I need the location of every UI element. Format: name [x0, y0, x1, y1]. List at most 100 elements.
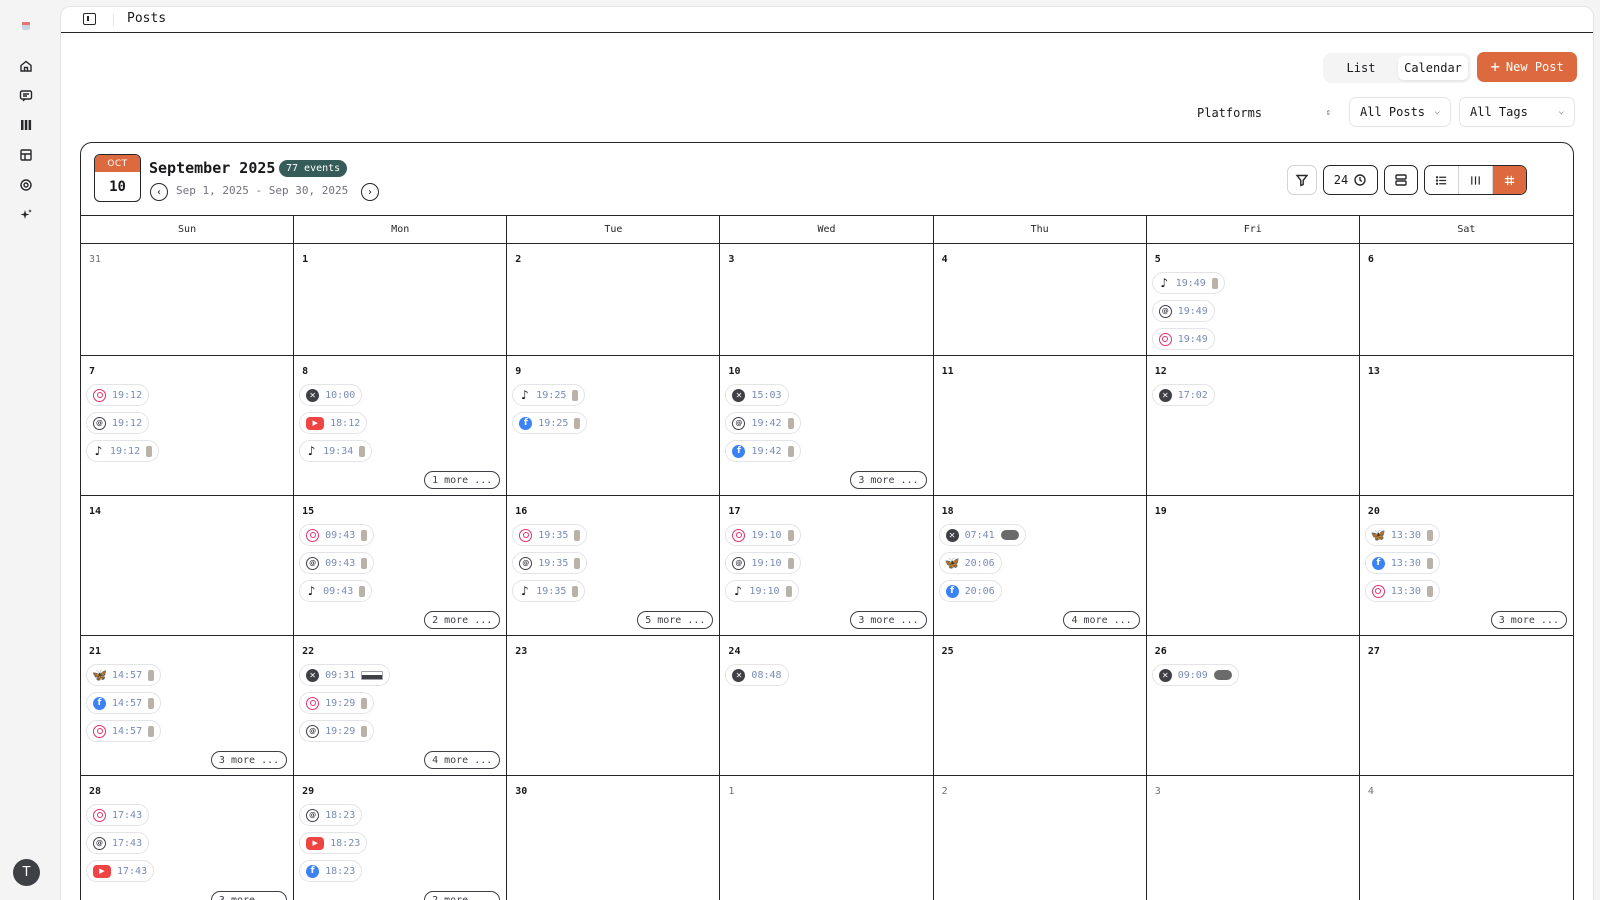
app-logo-icon[interactable]: [17, 17, 35, 35]
more-events-button[interactable]: 3 more ...: [850, 611, 927, 629]
post-chip[interactable]: @19:10: [725, 552, 801, 574]
settings-icon[interactable]: [17, 176, 35, 194]
post-chip[interactable]: ✕ 08:48: [725, 664, 789, 686]
posts-icon[interactable]: [17, 87, 35, 105]
columns-layout-button[interactable]: [1459, 166, 1493, 194]
day-cell[interactable]: 8 ✕ 10:00 ▶ 18:12 ♪ 19:34 1 more ...: [294, 356, 508, 496]
list-layout-button[interactable]: [1425, 166, 1459, 194]
day-cell[interactable]: 23: [507, 636, 721, 776]
day-cell[interactable]: 2: [934, 776, 1147, 900]
more-events-button[interactable]: 3 more ...: [210, 751, 288, 769]
columns-icon[interactable]: [17, 116, 35, 134]
day-cell[interactable]: 7 19:12 @19:12 ♪ 19:12: [81, 356, 295, 496]
post-chip[interactable]: f 19:42: [725, 440, 801, 462]
day-cell[interactable]: 30: [507, 776, 721, 900]
post-chip[interactable]: 09:43: [299, 524, 375, 546]
post-chip[interactable]: @17:43: [86, 832, 150, 854]
day-cell[interactable]: 11: [933, 356, 1147, 496]
calendar-view-button[interactable]: Calendar: [1398, 56, 1468, 80]
day-cell[interactable]: 20 🦋 13:30 f 13:30 13:30 3 more ...: [1359, 496, 1573, 636]
list-view-button[interactable]: List: [1326, 56, 1396, 80]
post-chip[interactable]: 19:35: [512, 524, 588, 546]
day-cell[interactable]: 14: [81, 496, 295, 636]
day-cell[interactable]: 22 ✕ 09:31 19:29 @19:29 4 more ...: [294, 636, 508, 776]
post-chip[interactable]: ▶ 18:12: [299, 412, 368, 434]
post-chip[interactable]: 🦋 13:30: [1364, 524, 1440, 546]
hour-format-button[interactable]: 24: [1323, 165, 1378, 195]
day-cell[interactable]: 3: [1147, 776, 1360, 900]
post-chip[interactable]: ✕ 10:00: [299, 384, 363, 406]
post-chip[interactable]: f 20:06: [938, 580, 1002, 602]
more-events-button[interactable]: 2 more ...: [424, 611, 501, 629]
post-chip[interactable]: ♪ 19:12: [86, 440, 160, 462]
post-chip[interactable]: ♪ 19:49: [1151, 272, 1225, 294]
more-events-button[interactable]: 3 more ...: [210, 891, 288, 900]
density-button[interactable]: [1384, 165, 1418, 195]
post-chip[interactable]: f 13:30: [1364, 552, 1440, 574]
day-cell[interactable]: 31: [81, 244, 295, 356]
post-chip[interactable]: ▶ 17:43: [86, 860, 155, 882]
day-cell[interactable]: 15 09:43 @09:43 ♪ 09:43 2 more ...: [294, 496, 508, 636]
post-chip[interactable]: 19:29: [299, 692, 375, 714]
post-chip[interactable]: @09:43: [299, 552, 375, 574]
more-events-button[interactable]: 4 more ...: [424, 751, 501, 769]
day-cell[interactable]: 13: [1359, 356, 1573, 496]
post-chip[interactable]: ✕ 15:03: [725, 384, 789, 406]
post-chip[interactable]: ✕ 09:31: [299, 664, 391, 686]
post-chip[interactable]: @19:35: [512, 552, 588, 574]
post-chip[interactable]: 17:43: [86, 804, 150, 826]
post-chip[interactable]: 19:49: [1151, 328, 1215, 350]
day-cell[interactable]: 1: [294, 244, 508, 356]
more-events-button[interactable]: 1 more ...: [424, 471, 501, 489]
post-chip[interactable]: ♪ 19:25: [512, 384, 586, 406]
day-cell[interactable]: 10 ✕ 15:03 @19:42 f 19:42 3 more ...: [720, 356, 934, 496]
day-cell[interactable]: 6: [1359, 244, 1573, 356]
day-cell[interactable]: 12 ✕ 17:02: [1146, 356, 1360, 496]
post-chip[interactable]: @18:23: [299, 804, 363, 826]
day-cell[interactable]: 2: [507, 244, 721, 356]
more-events-button[interactable]: 2 more ...: [424, 891, 501, 900]
post-chip[interactable]: 19:10: [725, 524, 801, 546]
day-cell[interactable]: 21 🦋 14:57 f 14:57 14:57 3 more ...: [81, 636, 295, 776]
post-chip[interactable]: @19:42: [725, 412, 801, 434]
day-cell[interactable]: 17 19:10 @19:10 ♪ 19:10 3 more ...: [720, 496, 934, 636]
post-chip[interactable]: ✕ 17:02: [1151, 384, 1215, 406]
day-cell[interactable]: 25: [933, 636, 1147, 776]
post-chip[interactable]: 14:57: [86, 720, 162, 742]
next-month-button[interactable]: ›: [361, 183, 379, 201]
day-cell[interactable]: 16 19:35 @19:35 ♪ 19:35 5 more ...: [507, 496, 721, 636]
day-cell[interactable]: 19: [1146, 496, 1360, 636]
avatar[interactable]: T: [13, 859, 40, 886]
post-chip[interactable]: @19:12: [86, 412, 150, 434]
new-post-button[interactable]: + New Post: [1477, 52, 1577, 82]
post-chip[interactable]: 13:30: [1364, 580, 1440, 602]
home-icon[interactable]: [17, 57, 35, 75]
day-cell[interactable]: 18 ✕ 07:41 🦋 20:06 f 20:06 4 more ...: [933, 496, 1147, 636]
post-chip[interactable]: ✕ 07:41: [938, 524, 1026, 546]
day-cell[interactable]: 27: [1359, 636, 1573, 776]
post-chip[interactable]: f 14:57: [86, 692, 162, 714]
day-cell[interactable]: 9 ♪ 19:25 f 19:25: [507, 356, 721, 496]
grid-layout-button[interactable]: [1493, 166, 1526, 194]
post-chip[interactable]: 19:12: [86, 384, 150, 406]
post-chip[interactable]: 🦋 14:57: [86, 664, 162, 686]
post-chip[interactable]: ♪ 19:34: [299, 440, 373, 462]
post-chip[interactable]: 🦋 20:06: [938, 552, 1002, 574]
post-chip[interactable]: f 19:25: [512, 412, 588, 434]
day-cell[interactable]: 1: [720, 776, 934, 900]
platforms-select[interactable]: Platforms ⇕: [1181, 99, 1341, 127]
layout-icon[interactable]: [17, 146, 35, 164]
prev-month-button[interactable]: ‹: [150, 183, 168, 201]
more-events-button[interactable]: 4 more ...: [1063, 611, 1140, 629]
day-cell[interactable]: 3: [720, 244, 934, 356]
post-chip[interactable]: ♪ 09:43: [299, 580, 373, 602]
day-cell[interactable]: 24 ✕ 08:48: [720, 636, 934, 776]
day-cell[interactable]: 26 ✕ 09:09: [1146, 636, 1360, 776]
day-cell[interactable]: 28 17:43 @17:43 ▶ 17:43 3 more ...: [81, 776, 295, 900]
sidebar-toggle-icon[interactable]: [83, 13, 96, 25]
post-chip[interactable]: @19:29: [299, 720, 375, 742]
more-events-button[interactable]: 5 more ...: [637, 611, 714, 629]
more-events-button[interactable]: 3 more ...: [850, 471, 927, 489]
post-chip[interactable]: ♪ 19:35: [512, 580, 586, 602]
all-tags-dropdown[interactable]: All Tags ⌵: [1459, 97, 1575, 127]
